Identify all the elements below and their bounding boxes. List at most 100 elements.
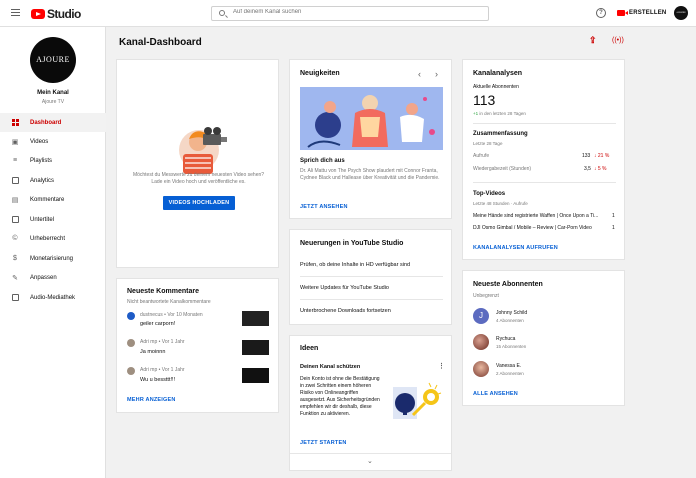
sidebar-item-label: Untertitel <box>30 216 55 223</box>
avatar <box>127 367 135 375</box>
subs-change: +1 in den letzten 28 Tagen <box>473 111 526 116</box>
views-label: Aufrufe <box>473 153 490 159</box>
divider <box>473 182 616 183</box>
views-change: ↓ 21 % <box>594 153 610 159</box>
open-analytics-link[interactable]: KANALANALYSEN AUFRUFEN <box>473 245 558 251</box>
ideas-subtitle: Deinen Kanal schützen <box>300 364 361 370</box>
sidebar-item-playlists[interactable]: ≡ Playlists <box>0 151 106 170</box>
subscriber-count: 2 Abonnenten <box>496 371 524 376</box>
top-video-title[interactable]: DJI Osmo Gimbal / Mobile – Review | Car-… <box>473 225 609 231</box>
watchtime-label: Wiedergabezeit (Stunden) <box>473 166 532 172</box>
watchtime-value: 3,5 <box>584 166 591 172</box>
search-input[interactable] <box>233 9 473 15</box>
chevron-right-icon[interactable]: › <box>435 69 438 79</box>
chevron-down-icon[interactable]: ⌄ <box>367 457 373 465</box>
analytics-icon <box>11 177 19 185</box>
views-value: 133 <box>582 153 591 159</box>
see-all-link[interactable]: ALLE ANSEHEN <box>473 391 518 397</box>
subtitles-icon <box>11 216 19 224</box>
top-video-views: 1 <box>612 213 615 219</box>
studio-news-title: Neuerungen in YouTube Studio <box>300 240 404 247</box>
sidebar-item-audio-library[interactable]: Audio-Mediathek <box>0 288 106 307</box>
comment-text: Ja moinnn <box>140 349 166 355</box>
news-card: Neuigkeiten ‹ › Sprich dich aus Dr. Ali … <box>289 59 452 219</box>
menu-icon[interactable] <box>11 9 20 17</box>
search-box[interactable] <box>211 6 489 21</box>
subscribers-title: Neueste Abonnenten <box>473 281 543 288</box>
sidebar-item-videos[interactable]: ▣ Videos <box>0 132 106 151</box>
comment-meta: dustnecus • Vor 10 Monaten <box>140 312 203 318</box>
upload-icon[interactable]: ⇪ <box>589 36 598 45</box>
magic-wand-icon: ✎ <box>12 274 18 282</box>
my-channel-label: Mein Kanal <box>37 90 69 96</box>
sidebar-item-analytics[interactable]: Analytics <box>0 171 106 190</box>
divider <box>300 299 443 300</box>
chevron-left-icon[interactable]: ‹ <box>418 69 421 79</box>
studio-news-item[interactable]: Prüfen, ob deine Inhalte in HD verfügbar… <box>300 262 410 268</box>
sidebar-item-comments[interactable]: ▤ Kommentare <box>0 190 106 209</box>
watch-now-link[interactable]: JETZT ANSEHEN <box>300 204 348 210</box>
summary-period: Letzte 28 Tage <box>473 141 503 146</box>
studio-news-item[interactable]: Unterbrochene Downloads fortsetzen <box>300 308 391 314</box>
subscriber-count: 15 Abonnenten <box>496 344 527 349</box>
subscriber-count: 4 Abonnenten <box>496 318 524 323</box>
sidebar-item-label: Dashboard <box>30 119 62 126</box>
ideas-card: Ideen Deinen Kanal schützen ⋮ Dein Konto… <box>289 335 452 471</box>
video-thumbnail[interactable] <box>242 311 269 326</box>
divider <box>300 276 443 277</box>
go-live-icon[interactable]: ((•)) <box>612 37 624 45</box>
comment-meta: Adri mp • Vor 1 Jahr <box>140 367 185 373</box>
copyright-icon: © <box>12 235 18 242</box>
dollar-icon: $ <box>13 255 17 262</box>
divider <box>290 453 451 454</box>
studio-news-card: Neuerungen in YouTube Studio Prüfen, ob … <box>289 229 452 325</box>
youtube-logo-icon <box>31 9 45 19</box>
audio-library-icon <box>11 294 19 302</box>
search-icon <box>219 10 225 16</box>
avatar[interactable] <box>473 361 489 377</box>
sidebar-item-subtitles[interactable]: Untertitel <box>0 210 106 229</box>
avatar <box>127 312 135 320</box>
video-thumbnail[interactable] <box>242 340 269 355</box>
create-button[interactable]: ERSTELLEN <box>617 7 666 19</box>
subscriber-name[interactable]: Vanessa E. <box>496 363 521 369</box>
help-icon[interactable]: ? <box>596 8 606 18</box>
watchtime-change: ↓ 5 % <box>594 166 607 172</box>
dashboard-icon <box>11 119 19 127</box>
start-now-link[interactable]: JETZT STARTEN <box>300 440 347 446</box>
top-video-title[interactable]: Meine Hände sind registrierte Waffen | O… <box>473 213 609 219</box>
comment-text: Wu u bessttt!!! <box>140 377 176 383</box>
comments-subtitle: Nicht beantwortete Kanalkommentare <box>127 299 211 305</box>
sidebar-item-label: Videos <box>30 138 49 145</box>
subscriber-name[interactable]: Rychuca <box>496 336 515 342</box>
news-illustration <box>300 87 443 150</box>
news-headline: Sprich dich aus <box>300 158 345 164</box>
sidebar-item-customize[interactable]: ✎ Anpassen <box>0 268 106 287</box>
avatar <box>127 339 135 347</box>
avatar[interactable] <box>473 334 489 350</box>
account-avatar[interactable]: AJOURE <box>674 6 688 20</box>
avatar[interactable]: J <box>473 308 489 324</box>
upload-hint-text: Möchtest du Messwerte zu deinem neuesten… <box>132 172 265 185</box>
analytics-title: Kanalanalysen <box>473 70 523 77</box>
sidebar-item-label: Analytics <box>30 177 55 184</box>
video-thumbnail[interactable] <box>242 368 269 383</box>
comments-title: Neueste Kommentare <box>127 288 199 295</box>
comment-text: geiler carporn! <box>140 321 176 327</box>
sidebar-item-dashboard[interactable]: Dashboard <box>0 113 106 132</box>
subscriber-name[interactable]: Johnny Schild <box>496 310 527 316</box>
comments-card: Neueste Kommentare Nicht beantwortete Ka… <box>116 278 279 413</box>
youtube-studio-logo[interactable]: Studio <box>31 7 81 21</box>
subscribers-card: Neueste Abonnenten Unbegrenzt J Johnny S… <box>462 270 625 406</box>
sidebar-item-monetization[interactable]: $ Monetarisierung <box>0 249 106 268</box>
more-options-icon[interactable]: ⋮ <box>438 362 445 370</box>
channel-avatar[interactable]: AJOURE <box>30 37 76 83</box>
analytics-card: Kanalanalysen Aktuelle Abonnenten 113 +1… <box>462 59 625 260</box>
camera-person-illustration <box>179 127 227 174</box>
ideas-text: Dein Konto ist ohne die Bestätigung in z… <box>300 376 380 417</box>
show-more-link[interactable]: MEHR ANZEIGEN <box>127 397 176 403</box>
studio-news-item[interactable]: Weitere Updates für YouTube Studio <box>300 285 389 291</box>
sidebar-item-label: Audio-Mediathek <box>30 294 76 301</box>
sidebar-item-copyright[interactable]: © Urheberrecht <box>0 229 106 248</box>
upload-videos-button[interactable]: VIDEOS HOCHLADEN <box>163 196 235 210</box>
